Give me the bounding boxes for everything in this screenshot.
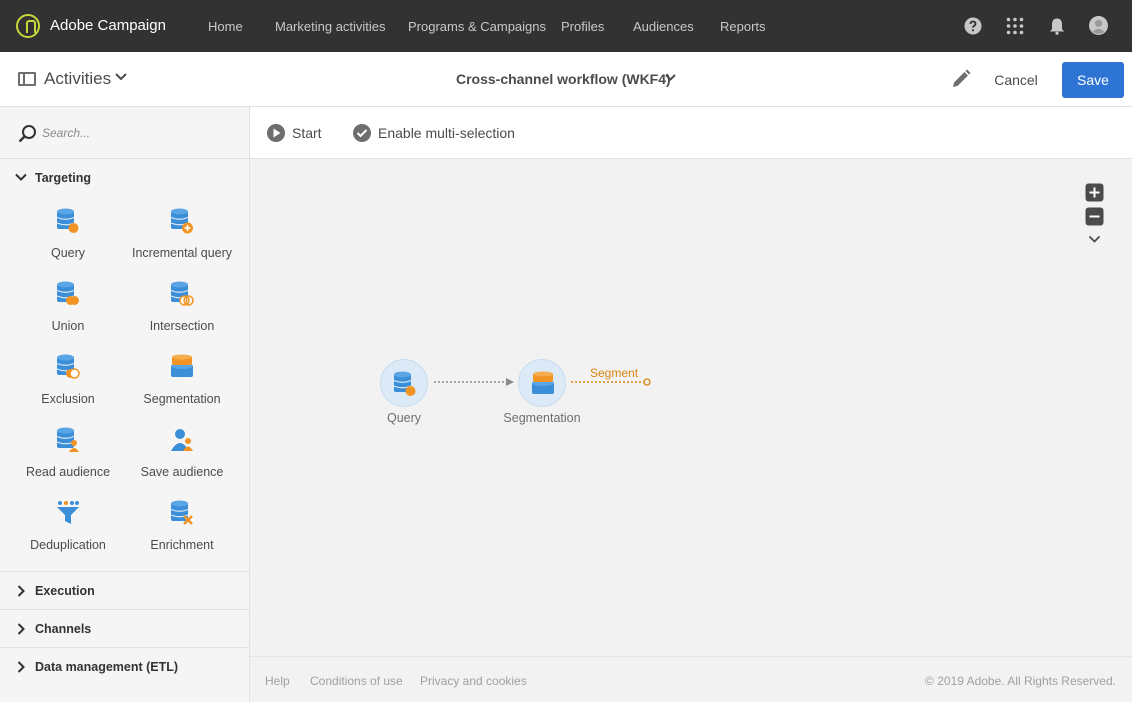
workflow-node-label: Query: [386, 411, 422, 425]
nav-item-marketing-activities[interactable]: Marketing activities: [275, 19, 386, 34]
search-icon: [18, 125, 36, 143]
notifications-bell-icon[interactable]: [1048, 17, 1066, 35]
activity-read-audience[interactable]: Read audience: [11, 427, 125, 500]
save-button[interactable]: Save: [1062, 62, 1124, 98]
nav-item-profiles[interactable]: Profiles: [561, 19, 604, 34]
canvas-toolbar: Start Enable multi-selection: [250, 107, 1132, 159]
activity-save-audience[interactable]: Save audience: [125, 427, 239, 500]
workflow-canvas[interactable]: Segment Query Segmentation: [250, 159, 1132, 656]
zoom-in-icon[interactable]: [1085, 183, 1104, 202]
exclusion-icon: [56, 354, 80, 379]
nav-item-home[interactable]: Home: [208, 19, 243, 34]
activity-intersection[interactable]: Intersection: [125, 281, 239, 354]
save-audience-icon: [171, 429, 193, 451]
footer-link-help[interactable]: Help: [265, 674, 290, 688]
activity-label: Intersection: [149, 319, 215, 333]
deduplication-icon: [57, 501, 79, 524]
footer-link-privacy[interactable]: Privacy and cookies: [420, 674, 527, 688]
page-footer: Help Conditions of use Privacy and cooki…: [250, 656, 1132, 702]
category-label: Channels: [35, 622, 92, 636]
activity-union[interactable]: Union: [11, 281, 125, 354]
query-icon: [393, 371, 416, 396]
intersection-icon: [170, 281, 194, 306]
chevron-right-icon: [17, 585, 25, 597]
edit-pencil-icon[interactable]: [951, 69, 971, 89]
activity-deduplication[interactable]: Deduplication: [11, 500, 125, 573]
apps-grid-icon[interactable]: [1006, 17, 1024, 35]
activity-label: Union: [51, 319, 85, 333]
category-execution[interactable]: Execution: [0, 572, 249, 610]
category-targeting[interactable]: Targeting: [0, 159, 249, 197]
segmentation-icon: [171, 354, 193, 377]
transition-arrow[interactable]: [430, 374, 520, 390]
zoom-out-icon[interactable]: [1085, 207, 1104, 226]
union-icon: [56, 281, 79, 305]
chevron-down-icon[interactable]: [115, 73, 127, 81]
enable-multi-selection-toggle[interactable]: Enable multi-selection: [378, 125, 515, 141]
workflow-chevron-down-icon[interactable]: [665, 74, 676, 82]
segmentation-icon: [532, 371, 554, 394]
activities-palette: Targeting Query Incremental query Uni: [0, 107, 250, 702]
adobe-campaign-logo-icon[interactable]: [16, 14, 40, 38]
activities-panel-title[interactable]: Activities: [44, 69, 111, 89]
top-nav-bar: Adobe Campaign Home Marketing activities…: [0, 0, 1132, 52]
activity-segmentation[interactable]: Segmentation: [125, 354, 239, 427]
search-input[interactable]: [42, 123, 232, 143]
segment-transition-label[interactable]: Segment: [590, 366, 638, 380]
activity-label: Segmentation: [143, 392, 221, 406]
chevron-right-icon: [17, 661, 25, 673]
category-channels[interactable]: Channels: [0, 610, 249, 648]
activity-incremental-query[interactable]: Incremental query: [125, 208, 239, 281]
start-play-icon[interactable]: [266, 123, 286, 143]
workflow-title[interactable]: Cross-channel workflow (WKF4): [456, 71, 671, 87]
activity-label: Save audience: [140, 465, 224, 479]
copyright-text: © 2019 Adobe. All Rights Reserved.: [925, 674, 1116, 688]
checkmark-circle-icon[interactable]: [352, 123, 372, 143]
nav-item-programs-campaigns[interactable]: Programs & Campaigns: [408, 19, 546, 34]
chevron-down-icon: [15, 173, 27, 181]
palette-search: [0, 107, 249, 159]
workflow-header: Activities Cross-channel workflow (WKF4)…: [0, 52, 1132, 107]
activity-label: Enrichment: [150, 538, 214, 552]
chevron-down-icon[interactable]: [1088, 235, 1101, 244]
footer-link-conditions[interactable]: Conditions of use: [310, 674, 403, 688]
query-icon: [56, 208, 79, 233]
activity-query[interactable]: Query: [11, 208, 125, 281]
category-data-management[interactable]: Data management (ETL): [0, 648, 249, 686]
activity-label: Read audience: [25, 465, 111, 479]
nav-item-reports[interactable]: Reports: [720, 19, 766, 34]
activity-label: Incremental query: [131, 246, 233, 260]
activity-enrichment[interactable]: Enrichment: [125, 500, 239, 573]
help-icon[interactable]: [964, 17, 982, 35]
read-audience-icon: [56, 427, 79, 452]
activity-label: Query: [50, 246, 86, 260]
user-avatar-icon[interactable]: [1089, 16, 1108, 35]
toggle-panel-icon[interactable]: [18, 72, 36, 86]
activity-label: Exclusion: [41, 392, 95, 406]
chevron-right-icon: [17, 623, 25, 635]
nav-item-audiences[interactable]: Audiences: [633, 19, 694, 34]
category-label: Targeting: [35, 171, 92, 185]
cancel-button[interactable]: Cancel: [980, 63, 1052, 97]
enrichment-icon: [170, 500, 193, 525]
category-label: Data management (ETL): [35, 660, 179, 674]
workflow-node-segmentation[interactable]: [518, 359, 566, 407]
incremental-query-icon: [170, 208, 193, 234]
workflow-node-label: Segmentation: [503, 411, 581, 425]
app-name: Adobe Campaign: [50, 17, 166, 34]
category-label: Execution: [35, 584, 95, 598]
start-button[interactable]: Start: [292, 125, 322, 141]
activity-label: Deduplication: [30, 538, 106, 552]
activity-exclusion[interactable]: Exclusion: [11, 354, 125, 427]
workflow-node-query[interactable]: [380, 359, 428, 407]
